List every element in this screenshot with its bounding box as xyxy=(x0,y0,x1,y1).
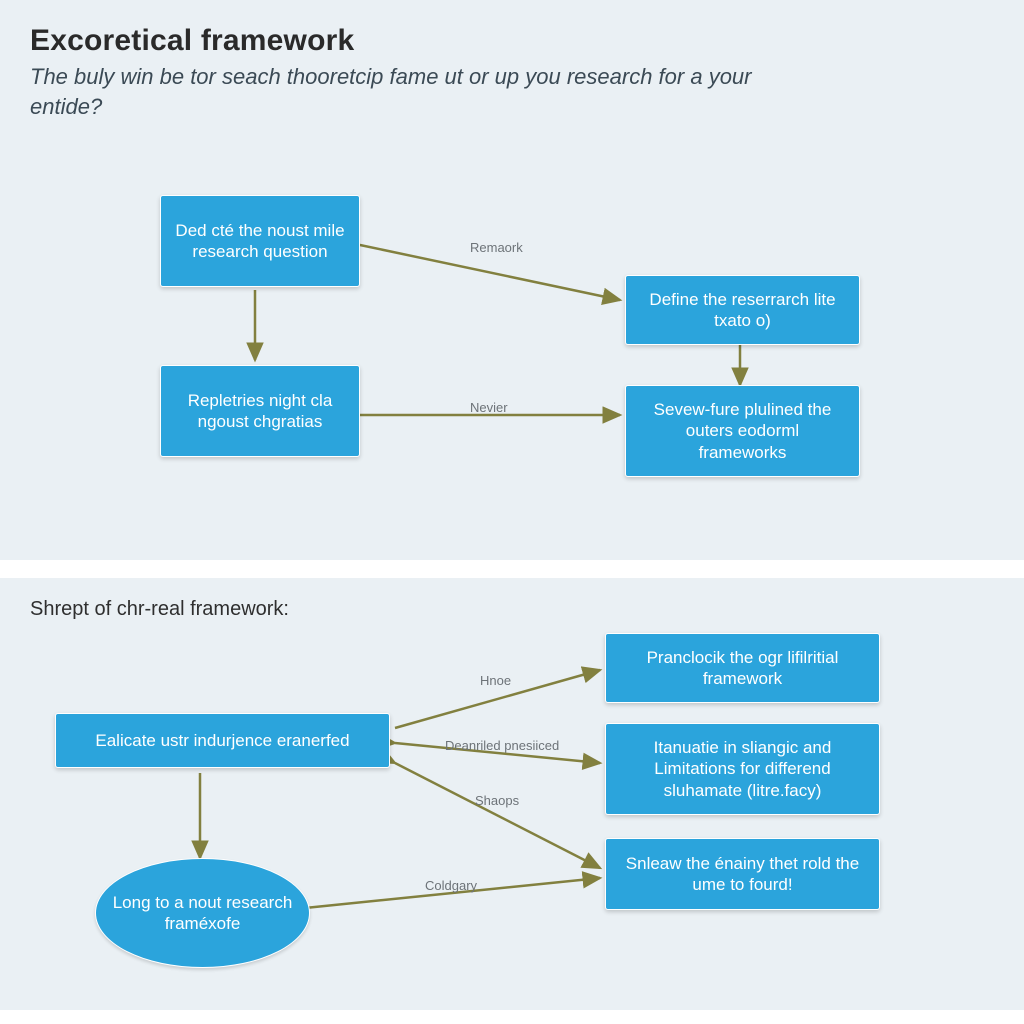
box-define-research: Define the reserrarch lite txato o) xyxy=(625,275,860,345)
page-subtitle: The buly win be tor seach thooretcip fam… xyxy=(30,62,790,121)
edge-label-shaops: Shaops xyxy=(475,793,519,808)
box-research-question: Ded cté the noust mile research question xyxy=(160,195,360,287)
bottom-panel: Shrept of chr-real framework: Ealicate u… xyxy=(0,578,1024,1010)
box-ealicate: Ealicate ustr indurjence eranerfed xyxy=(55,713,390,768)
box-itanuatie: Itanuatie in sliangic and Limitations fo… xyxy=(605,723,880,815)
box-snleaw: Snleaw the énainy thet rold the ume to f… xyxy=(605,838,880,910)
edge-label-remaork: Remaork xyxy=(470,240,523,255)
edge-label-deanriled: Deanriled pnesiiced xyxy=(445,738,559,753)
ellipse-long-research: Long to a nout research framéxofe xyxy=(95,858,310,968)
edge-label-coldgary: Coldgary xyxy=(425,878,477,893)
top-panel: Excoretical framework The buly win be to… xyxy=(0,0,1024,560)
box-pranclocik: Pranclocik the ogr lifilritial framework xyxy=(605,633,880,703)
box-repletries: Repletries night cla ngoust chgratias xyxy=(160,365,360,457)
box-frameworks: Sevew-fure plulined the outers eodorml f… xyxy=(625,385,860,477)
section-label: Shrept of chr-real framework: xyxy=(30,598,994,621)
edge-label-nevier: Nevier xyxy=(470,400,508,415)
edge-label-hnoe: Hnoe xyxy=(480,673,511,688)
page-title: Excoretical framework xyxy=(30,24,994,58)
